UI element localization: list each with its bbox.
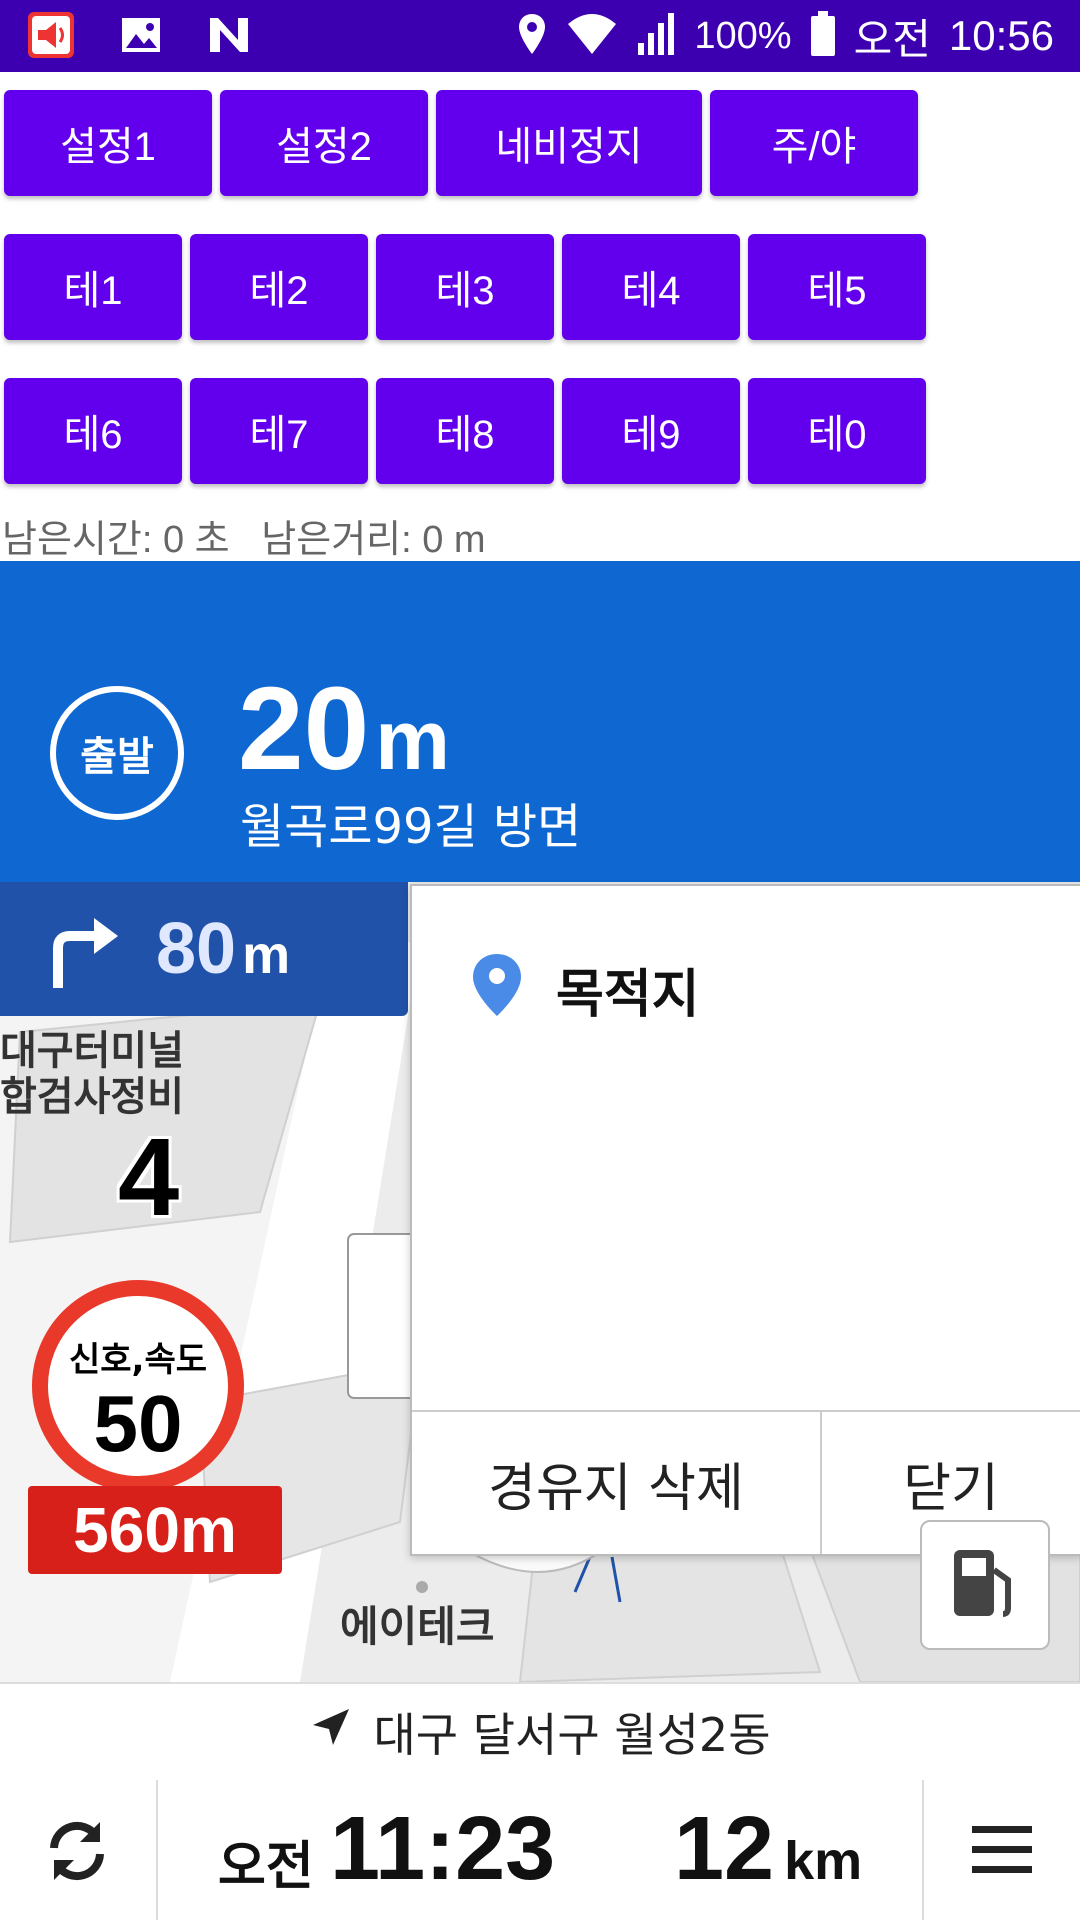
test7-button[interactable]: 테7 [190,378,368,484]
test6-button[interactable]: 테6 [4,378,182,484]
remaining-info: 남은시간: 0 초 남은거리: 0 m [2,519,486,561]
guidance-distance-unit: m [375,693,450,787]
speed-camera-distance: 560m [28,1486,282,1574]
guidance-banner: 출발 20m 월곡로99길 방면 [0,561,1080,882]
popup-title: 목적지 [556,965,700,1025]
battery-percent: 100% [694,14,792,57]
battery-icon [810,11,836,61]
refresh-icon[interactable] [42,1818,112,1888]
bottom-bar: 오전 11:23 12 km [0,1780,1080,1920]
remaining-distance: 12 km [674,1798,862,1901]
current-address: 대구 달서구 월성2동 [373,1708,771,1762]
signal-icon [636,11,676,61]
status-ampm: 오전 [853,15,931,63]
lane-number: 4 [118,1116,180,1239]
settings2-button[interactable]: 설정2 [220,90,428,196]
image-icon [120,14,162,60]
map-pin-icon [470,952,524,1022]
test9-button[interactable]: 테9 [562,378,740,484]
status-bar: 100% 오전 10:56 [0,0,1080,72]
speed-limit-value: 50 [93,1379,183,1468]
turn-right-arrow-icon [48,912,124,994]
next-turn-unit: m [242,925,291,985]
fuel-button[interactable] [920,1520,1050,1650]
wifi-icon [566,12,618,60]
test2-button[interactable]: 테2 [190,234,368,340]
test4-button[interactable]: 테4 [562,234,740,340]
bottom-separator [922,1780,924,1920]
settings1-button[interactable]: 설정1 [4,90,212,196]
poi-label-terminal: 대구터미널 합검사정비 [0,1028,184,1120]
volume-icon [26,10,76,64]
test8-button[interactable]: 테8 [376,378,554,484]
remaining-distance-value: 12 [674,1799,775,1899]
navigation-arrow-icon [309,1705,353,1760]
next-turn-distance: 80 m [156,908,290,990]
poi-label-atech: 에이테크 [340,1602,495,1651]
arrival-ampm: 오전 [218,1837,314,1897]
arrival-time: 11:23 [330,1799,556,1899]
depart-badge: 출발 [50,686,184,820]
speed-caption: 신호,속도 [68,1340,208,1380]
menu-icon[interactable] [970,1822,1034,1882]
location-icon [516,12,548,60]
remaining-distance-unit: km [784,1831,863,1891]
next-turn-value: 80 [156,909,237,989]
nav-stop-button[interactable]: 네비정지 [436,90,702,196]
address-bar: 대구 달서구 월성2동 [0,1682,1080,1782]
test5-button[interactable]: 테5 [748,234,926,340]
n-app-icon [206,14,252,60]
bottom-separator [156,1780,158,1920]
test3-button[interactable]: 테3 [376,234,554,340]
delete-waypoint-button[interactable]: 경유지 삭제 [412,1412,822,1554]
test0-button[interactable]: 테0 [748,378,926,484]
test1-button[interactable]: 테1 [4,234,182,340]
status-clock: 10:56 [948,12,1054,59]
day-night-button[interactable]: 주/야 [710,90,918,196]
guidance-distance: 20m [238,661,450,797]
next-turn-panel: 80 m [0,882,408,1016]
destination-popup: 목적지 경유지 삭제 닫기 [410,884,1080,1556]
guidance-distance-value: 20 [238,663,370,795]
guidance-direction: 월곡로99길 방면 [240,799,582,855]
poi-line1: 대구터미널 [0,1028,184,1074]
fuel-icon [950,1546,1020,1624]
speed-limit-sign: 신호,속도 50 [32,1280,244,1492]
